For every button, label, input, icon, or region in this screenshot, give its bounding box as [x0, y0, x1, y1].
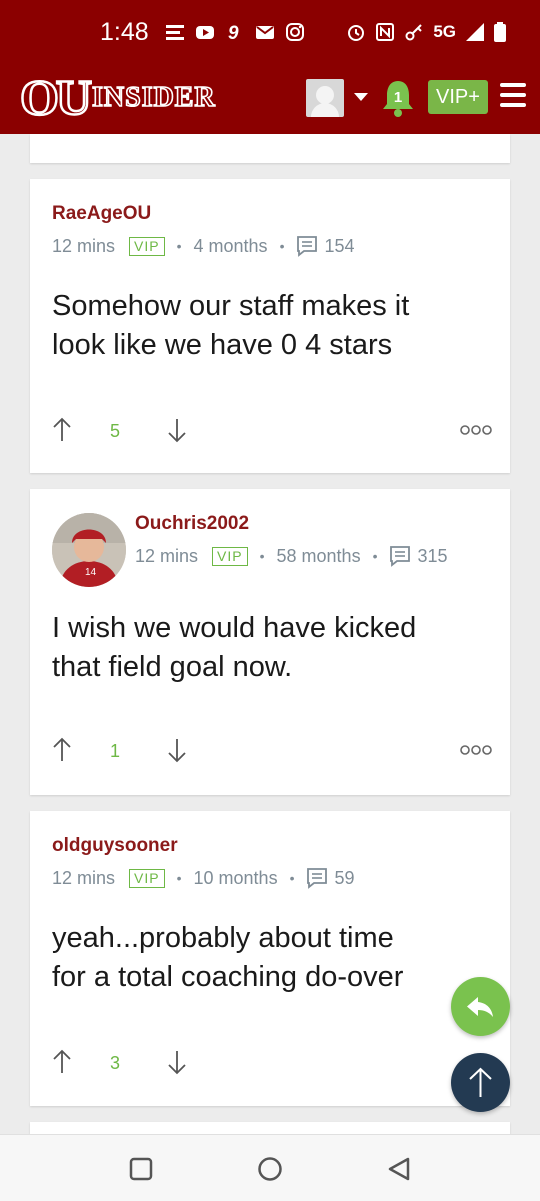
arrow-down-icon[interactable]: [167, 417, 187, 443]
status-bar: 1:48 9 5G: [0, 0, 540, 62]
arrow-up-icon[interactable]: [52, 417, 72, 443]
hamburger-menu-icon[interactable]: [500, 83, 526, 107]
post-username[interactable]: oldguysooner: [52, 835, 178, 857]
vote-count: 5: [110, 421, 121, 441]
post-actions: 5: [52, 417, 492, 447]
next-post-card: [30, 1122, 510, 1134]
nfc-icon: [376, 23, 395, 41]
mail-icon: [256, 26, 274, 39]
comment-icon: [390, 546, 411, 567]
member-duration: 10 months: [193, 867, 278, 888]
user-avatar[interactable]: [306, 79, 344, 117]
notification-count: 1: [394, 89, 402, 106]
reply-button[interactable]: [451, 977, 510, 1036]
post-username[interactable]: Ouchris2002: [135, 513, 249, 535]
svg-text:9: 9: [228, 23, 239, 42]
recent-apps-icon[interactable]: [129, 1157, 153, 1181]
arrow-down-icon[interactable]: [167, 737, 187, 763]
post-username[interactable]: RaeAgeOU: [52, 203, 151, 225]
site-logo[interactable]: OU INSIDER: [18, 72, 250, 118]
member-duration: 58 months: [276, 545, 361, 566]
system-icons: 5G: [346, 22, 506, 42]
clock: 1:48: [100, 18, 149, 46]
vote-count: 1: [110, 741, 121, 761]
back-icon[interactable]: [386, 1156, 412, 1182]
svg-text:14: 14: [85, 567, 97, 578]
post-body: I wish we would have kicked that field g…: [52, 612, 417, 683]
post-meta: 12 mins VIP • 10 months • 59: [52, 867, 355, 889]
post-meta: 12 mins VIP • 4 months • 154: [52, 235, 355, 257]
comment-icon: [307, 868, 328, 889]
system-navigation-bar: [0, 1134, 540, 1201]
svg-text:INSIDER: INSIDER: [92, 82, 216, 113]
post-time: 12 mins: [135, 545, 199, 566]
battery-icon: [494, 22, 506, 42]
number-nine-icon: 9: [228, 23, 239, 42]
post-body: Somehow our staff makes it look like we …: [52, 290, 410, 361]
comment-count: 59: [334, 867, 355, 888]
vote-count: 3: [110, 1053, 121, 1073]
reply-icon: [467, 997, 493, 1017]
vip-plus-button[interactable]: VIP+: [428, 80, 488, 114]
youtube-icon: [196, 26, 214, 39]
key-icon: [405, 24, 423, 41]
member-duration: 4 months: [193, 235, 268, 256]
arrow-up-icon: [469, 1067, 492, 1097]
previous-post-card: [30, 134, 510, 163]
vip-badge: VIP: [129, 236, 165, 256]
network-type: 5G: [433, 22, 456, 41]
post-time: 12 mins: [52, 235, 116, 256]
arrow-down-icon[interactable]: [167, 1049, 187, 1075]
post-card: 14 Ouchris2002 12 mins VIP • 58 months •…: [30, 489, 510, 795]
comment-icon: [297, 236, 318, 257]
more-options-icon[interactable]: [460, 423, 492, 437]
post-body: yeah...probably about time for a total c…: [52, 922, 404, 993]
vip-badge: VIP: [212, 546, 248, 566]
scroll-to-top-button[interactable]: [451, 1053, 510, 1112]
arrow-up-icon[interactable]: [52, 1049, 72, 1075]
notification-icons: 9: [165, 22, 305, 42]
post-meta: 12 mins VIP • 58 months • 315: [135, 545, 448, 567]
arrow-up-icon[interactable]: [52, 737, 72, 763]
comment-count: 315: [417, 545, 448, 566]
alarm-icon: [348, 25, 365, 41]
chevron-down-icon[interactable]: [354, 93, 368, 101]
post-card: oldguysooner 12 mins VIP • 10 months • 5…: [30, 811, 510, 1106]
notification-bell-icon[interactable]: 1: [381, 78, 415, 118]
post-actions: 1: [52, 737, 492, 767]
svg-text:OU: OU: [20, 72, 91, 118]
vip-badge: VIP: [129, 868, 165, 888]
menu-lines-icon: [166, 25, 184, 40]
user-photo-avatar[interactable]: 14: [52, 513, 126, 587]
home-icon[interactable]: [257, 1156, 283, 1182]
post-actions: 3: [52, 1049, 492, 1079]
post-time: 12 mins: [52, 867, 116, 888]
instagram-icon: [286, 23, 304, 41]
comment-count: 154: [324, 235, 355, 256]
post-card: RaeAgeOU 12 mins VIP • 4 months • 154 So…: [30, 179, 510, 473]
signal-icon: [466, 23, 484, 41]
more-options-icon[interactable]: [460, 743, 492, 757]
